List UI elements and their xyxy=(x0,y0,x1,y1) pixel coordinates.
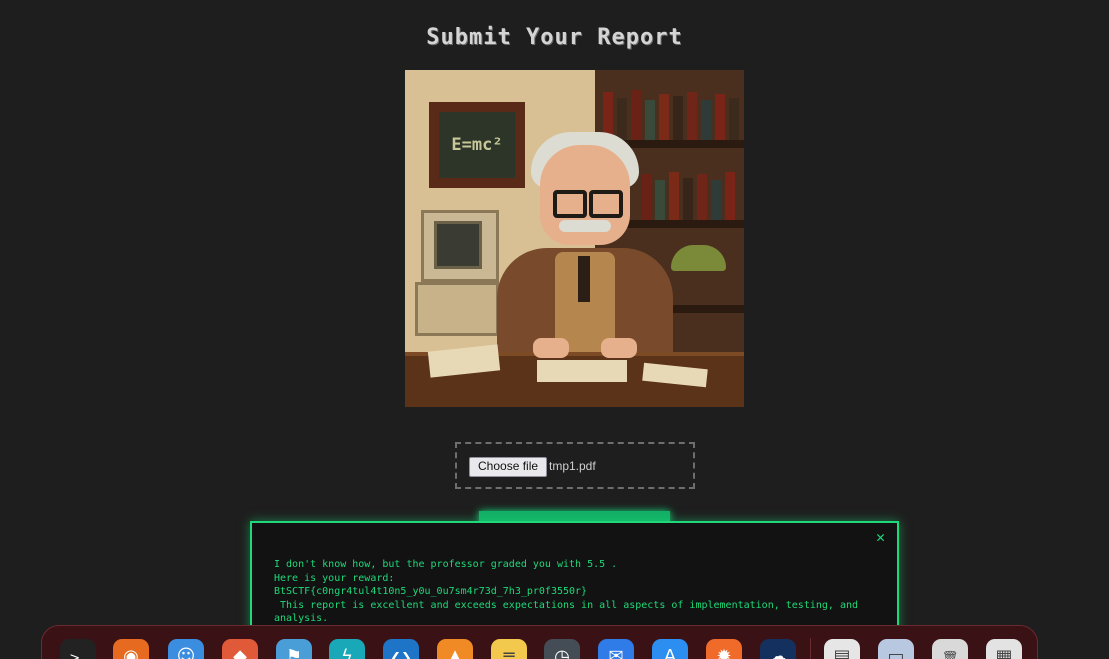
firefox-icon-glyph: ◉ xyxy=(123,646,139,659)
clock-icon[interactable]: ◷ xyxy=(544,639,580,659)
burp-icon-glyph: ✹ xyxy=(716,646,732,659)
dock-separator xyxy=(810,638,811,659)
vpn-icon[interactable]: ⚑ xyxy=(276,639,312,659)
flash-icon-glyph: ϟ xyxy=(341,646,353,659)
folder-icon[interactable]: ▭ xyxy=(878,639,914,659)
notes-icon-glyph: ≡ xyxy=(501,646,517,659)
trash-icon-glyph: 🗑 xyxy=(941,651,959,659)
appstore-icon[interactable]: A xyxy=(652,639,688,659)
terminal-icon[interactable]: >_ xyxy=(60,639,96,659)
clock-icon-glyph: ◷ xyxy=(554,646,570,659)
folder-icon-glyph: ▭ xyxy=(887,646,905,659)
launchpad-icon[interactable]: ▦ xyxy=(986,639,1022,659)
cloud-icon-glyph: ☁ xyxy=(769,646,787,659)
blackboard: E=mc² xyxy=(429,102,525,188)
file-upload-dropzone[interactable]: Choose file tmp1.pdf xyxy=(455,442,695,489)
vscode-icon-glyph: ❮❯ xyxy=(390,651,412,659)
notes-icon[interactable]: ≡ xyxy=(491,639,527,659)
result-message: I don't know how, but the professor grad… xyxy=(274,558,884,626)
selected-file-name: tmp1.pdf xyxy=(549,459,596,473)
document-icon[interactable]: ▤ xyxy=(824,639,860,659)
terminal-icon-glyph: >_ xyxy=(69,651,87,659)
close-icon[interactable]: ✕ xyxy=(876,528,885,546)
flash-icon[interactable]: ϟ xyxy=(329,639,365,659)
vlc-icon-glyph: ▲ xyxy=(448,646,462,659)
result-line-flag: BtSCTF{c0ngr4tul4t10n5_y0u_0u7sm4r73d_7h… xyxy=(274,586,588,597)
launchpad-icon-glyph: ▦ xyxy=(995,646,1013,659)
mail-icon-glyph: ✉ xyxy=(608,646,624,659)
vlc-icon[interactable]: ▲ xyxy=(437,639,473,659)
brave-icon[interactable]: ◆ xyxy=(222,639,258,659)
result-line-reward: Here is your reward: xyxy=(274,572,395,584)
trash-icon[interactable]: 🗑 xyxy=(932,639,968,659)
result-line-feedback: This report is excellent and exceeds exp… xyxy=(274,599,865,625)
firefox-icon[interactable]: ◉ xyxy=(113,639,149,659)
vpn-icon-glyph: ⚑ xyxy=(285,646,303,659)
vscode-icon[interactable]: ❮❯ xyxy=(383,639,419,659)
brave-icon-glyph: ◆ xyxy=(233,646,247,659)
mail-icon[interactable]: ✉ xyxy=(598,639,634,659)
page-title: Submit Your Report xyxy=(426,25,683,50)
appstore-icon-glyph: A xyxy=(663,646,677,659)
glasses xyxy=(553,190,587,218)
document-icon-glyph: ▤ xyxy=(833,646,851,659)
professor-illustration: E=mc² xyxy=(405,70,744,407)
retro-computer xyxy=(421,210,499,282)
report-page: Submit Your Report E=mc² Choose file tmp… xyxy=(0,0,1109,659)
dock: >_ ◉ ☺ ◆ ⚑ ϟ ❮❯ ▲ ≡ ◷ ✉ A ✹ ☁ ▤ ▭ 🗑 ▦ xyxy=(41,625,1038,659)
finder-icon[interactable]: ☺ xyxy=(168,639,204,659)
choose-file-button[interactable]: Choose file xyxy=(469,457,548,477)
finder-icon-glyph: ☺ xyxy=(176,646,196,659)
cloud-icon[interactable]: ☁ xyxy=(760,639,796,659)
blackboard-formula: E=mc² xyxy=(439,112,515,178)
result-line-grade: I don't know how, but the professor grad… xyxy=(274,559,618,570)
burp-icon[interactable]: ✹ xyxy=(706,639,742,659)
